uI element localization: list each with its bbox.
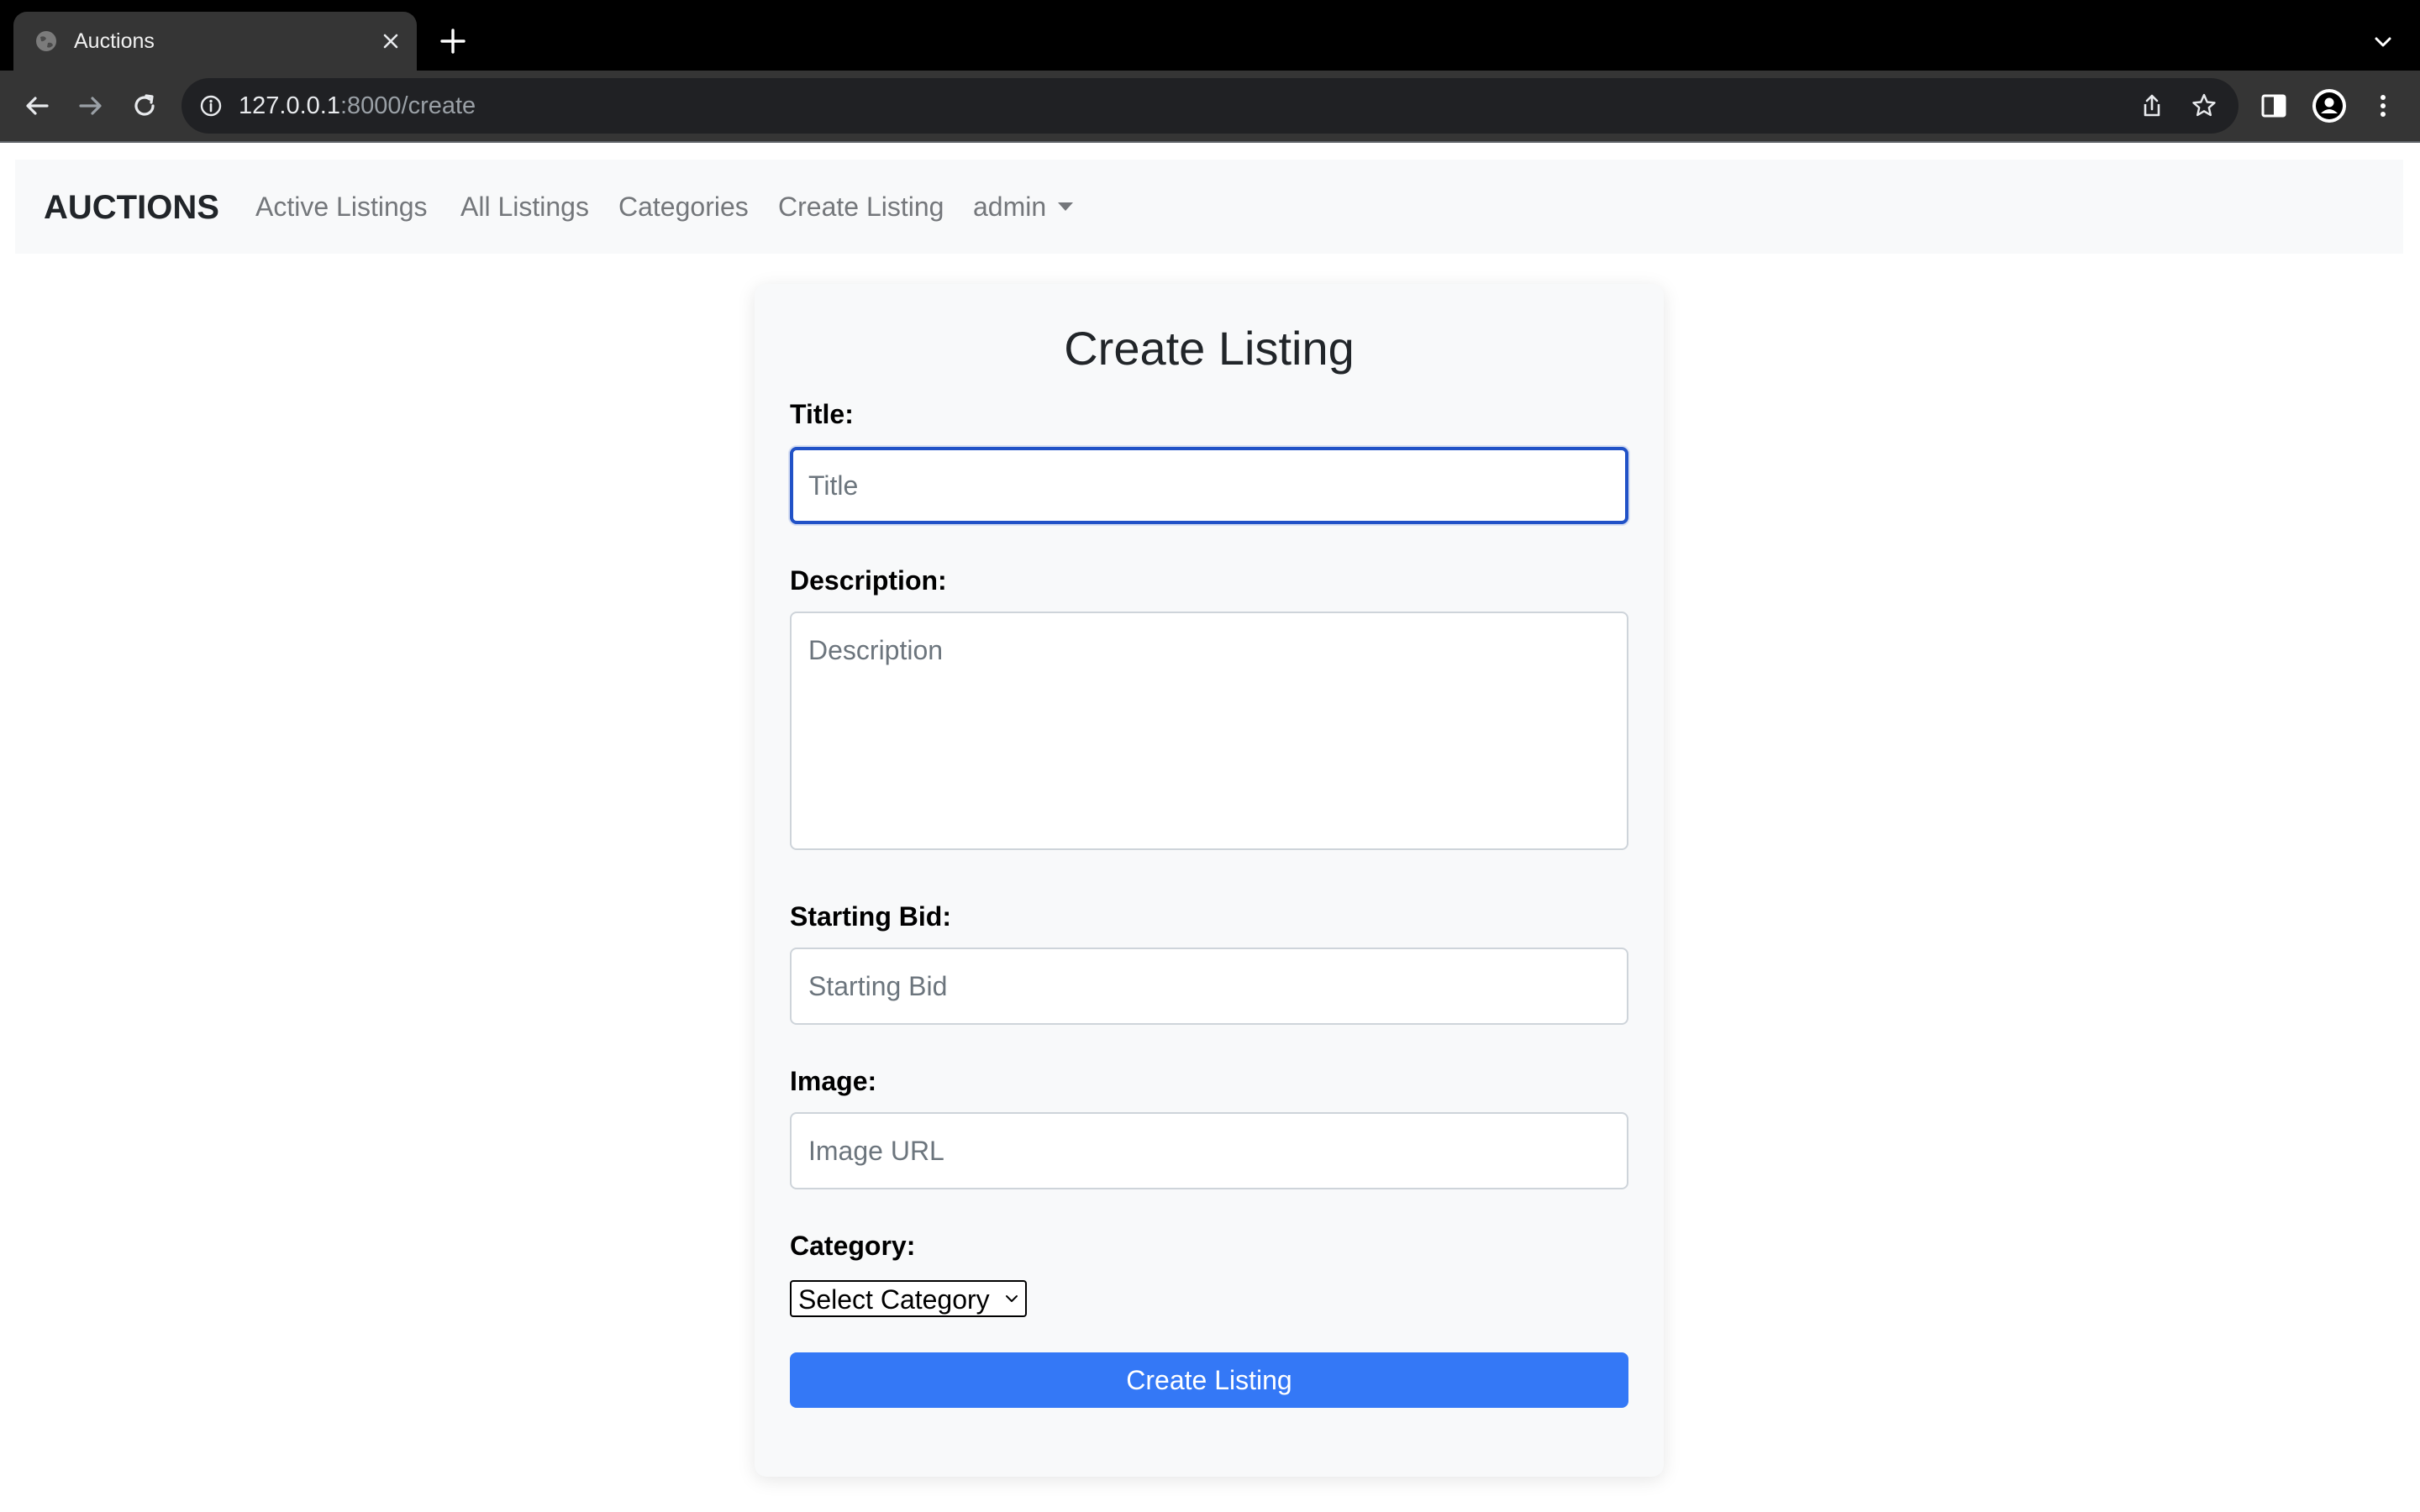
category-label: Category: xyxy=(790,1231,916,1261)
brand-logo[interactable]: AUCTIONS xyxy=(44,188,219,227)
description-textarea[interactable] xyxy=(790,612,1628,850)
new-tab-icon[interactable] xyxy=(437,25,469,57)
image-label: Image: xyxy=(790,1066,877,1096)
nav-link-categories[interactable]: Categories xyxy=(618,190,749,223)
chrome-divider xyxy=(0,141,2420,143)
globe-icon xyxy=(36,31,56,51)
image-url-input[interactable] xyxy=(790,1112,1628,1189)
address-bar[interactable]: 127.0.0.1:8000/create xyxy=(182,78,2238,134)
forward-icon[interactable] xyxy=(74,89,108,123)
category-selected-value: Select Category xyxy=(798,1284,990,1315)
close-icon[interactable] xyxy=(378,29,403,54)
star-icon[interactable] xyxy=(2190,92,2218,120)
create-listing-card: Create Listing Title: Description: Start… xyxy=(755,284,1664,1477)
tab-title: Auctions xyxy=(74,29,155,53)
browser-tab[interactable]: Auctions xyxy=(13,12,417,71)
share-icon[interactable] xyxy=(2138,92,2166,120)
user-name: admin xyxy=(973,192,1047,222)
page-title: Create Listing xyxy=(1064,322,1355,375)
kebab-menu-icon[interactable] xyxy=(2366,89,2400,123)
caret-down-icon xyxy=(1058,202,1074,211)
nav-link-create-listing[interactable]: Create Listing xyxy=(778,190,944,223)
reload-icon[interactable] xyxy=(128,89,161,123)
category-select[interactable]: Select Category xyxy=(790,1280,1027,1317)
chevron-down-icon[interactable] xyxy=(2370,29,2396,55)
starting-bid-label: Starting Bid: xyxy=(790,901,951,932)
person-icon xyxy=(2316,92,2343,119)
chevron-down-icon xyxy=(1006,1295,1018,1302)
starting-bid-input[interactable] xyxy=(790,948,1628,1025)
url-path: :8000/create xyxy=(339,92,476,119)
back-icon[interactable] xyxy=(20,89,54,123)
browser-toolbar: 127.0.0.1:8000/create xyxy=(0,71,2420,141)
user-dropdown[interactable]: admin xyxy=(973,190,1074,223)
profile-avatar[interactable] xyxy=(2312,89,2346,123)
url-text: 127.0.0.1:8000/create xyxy=(239,92,476,120)
nav-link-active-listings[interactable]: Active Listings xyxy=(255,190,428,223)
title-label: Title: xyxy=(790,399,854,429)
title-input[interactable] xyxy=(790,447,1628,524)
nav-link-all-listings[interactable]: All Listings xyxy=(460,190,589,223)
url-host: 127.0.0.1 xyxy=(239,92,340,119)
browser-tab-strip: Auctions xyxy=(0,0,2420,71)
navbar: AUCTIONS Active Listings All Listings Ca… xyxy=(15,160,2403,254)
description-label: Description: xyxy=(790,565,947,596)
create-listing-button[interactable]: Create Listing xyxy=(790,1352,1628,1408)
info-icon[interactable] xyxy=(198,93,224,118)
side-panel-icon[interactable] xyxy=(2257,89,2291,123)
